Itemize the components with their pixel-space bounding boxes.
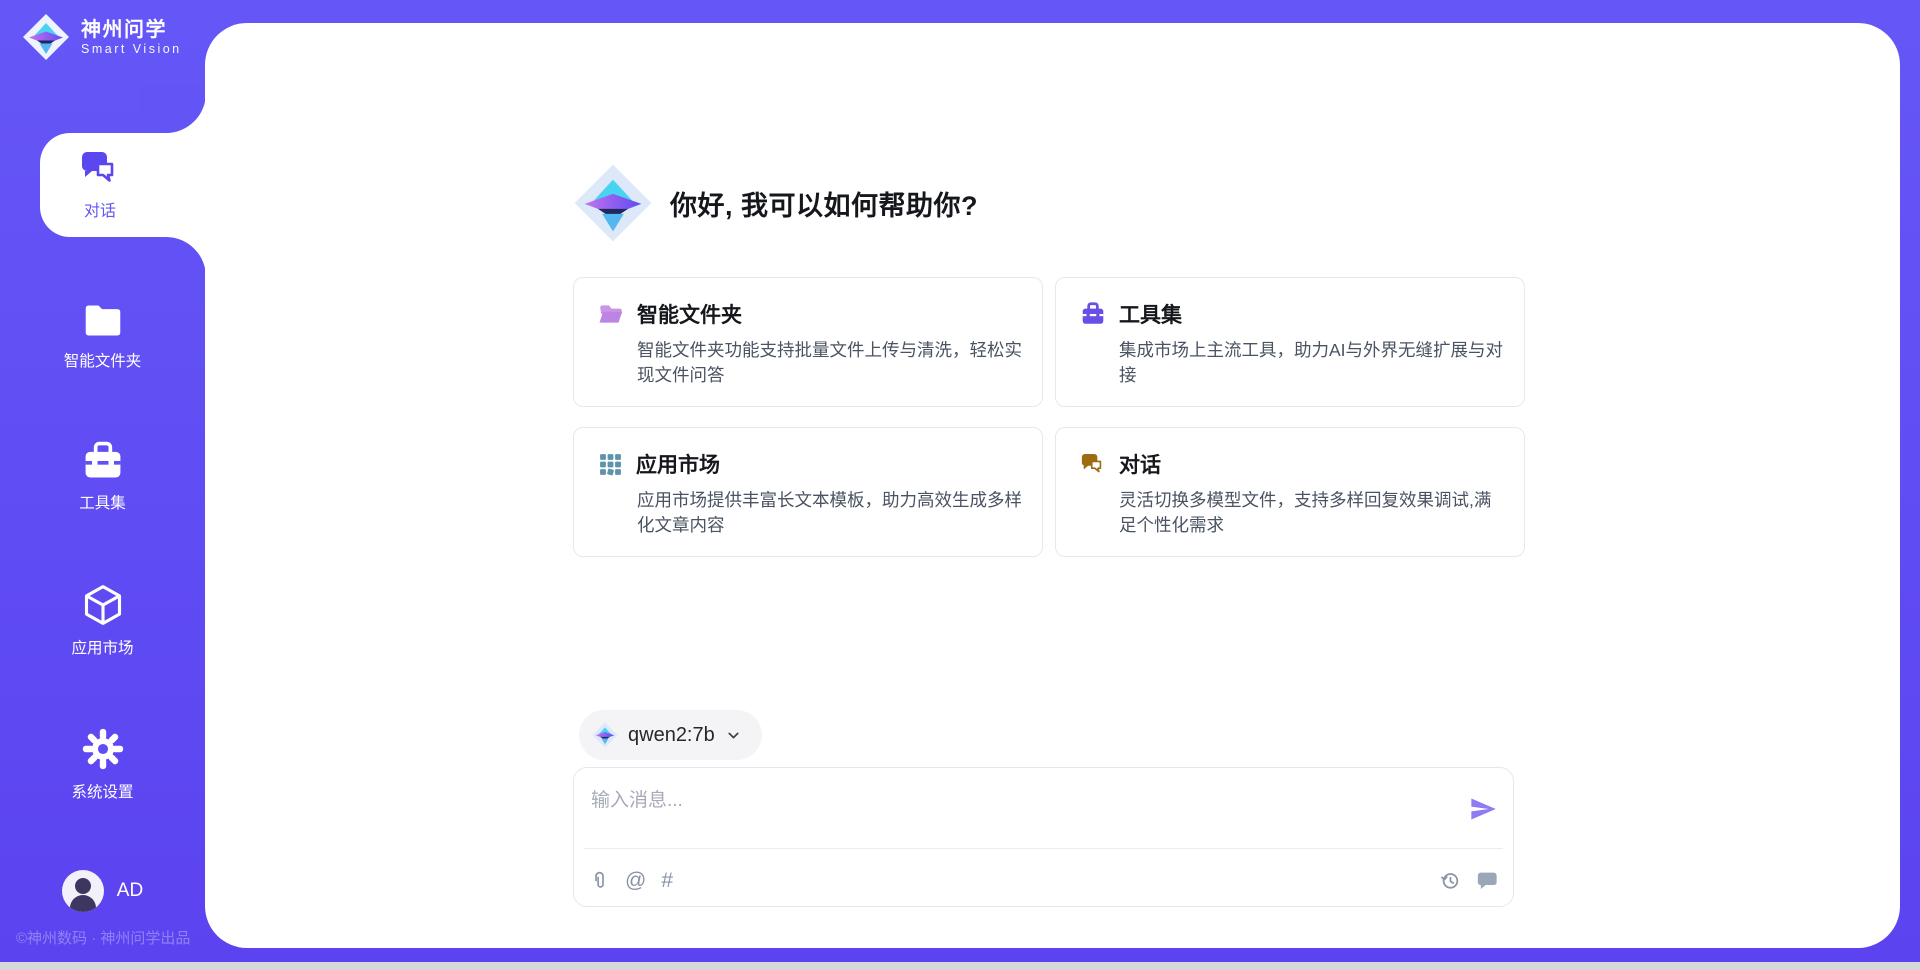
- greeting: 你好, 我可以如何帮助你?: [573, 163, 978, 243]
- sidebar-item-label: 应用市场: [71, 636, 133, 658]
- briefcase-icon: [81, 440, 125, 482]
- speech-bubble-icon: [1476, 869, 1498, 891]
- user-profile[interactable]: AD: [0, 870, 205, 912]
- bottom-strip: [0, 962, 1920, 970]
- person-icon: [75, 878, 91, 894]
- send-icon: [1469, 795, 1497, 823]
- sidebar-item-smart-folder[interactable]: 智能文件夹: [0, 300, 205, 371]
- history-button[interactable]: [1439, 869, 1461, 891]
- sidebar-item-label: 系统设置: [71, 780, 133, 802]
- sidebar-item-chat-inner: 对话: [40, 133, 160, 237]
- folder-open-icon: [598, 302, 624, 326]
- card-chat[interactable]: 对话 灵活切换多模型文件，支持多样回复效果调试,满足个性化需求: [1055, 427, 1525, 557]
- main-panel: 你好, 我可以如何帮助你? 智能文件夹 智能文件夹功能支持批量文件上传与清洗，轻…: [205, 23, 1900, 948]
- paperclip-icon: [589, 869, 610, 892]
- gear-icon: [81, 727, 125, 771]
- chat-icon: [79, 149, 121, 189]
- sidebar: 神州问学 Smart Vision 对话 智能文件夹: [0, 0, 205, 970]
- card-title: 智能文件夹: [637, 299, 742, 329]
- sidebar-item-label: 工具集: [79, 491, 126, 513]
- footer-credit: ©神州数码 · 神州问学出品: [16, 927, 190, 948]
- model-name: qwen2:7b: [628, 724, 715, 747]
- model-selector[interactable]: qwen2:7b: [579, 710, 762, 760]
- brand-name: 神州问学: [81, 19, 182, 42]
- app-root: 神州问学 Smart Vision 对话 智能文件夹: [0, 0, 1920, 970]
- cube-icon: [81, 583, 125, 627]
- brand-logo-icon: [22, 13, 70, 61]
- composer: @ #: [573, 767, 1514, 907]
- brand-text: 神州问学 Smart Vision: [81, 19, 182, 56]
- user-initials: AD: [117, 880, 143, 902]
- brand: 神州问学 Smart Vision: [22, 13, 182, 61]
- card-title: 应用市场: [636, 449, 720, 479]
- send-button[interactable]: [1467, 794, 1499, 826]
- hash-icon: #: [661, 870, 673, 891]
- sidebar-item-app-market[interactable]: 应用市场: [0, 583, 205, 658]
- composer-divider: [584, 848, 1503, 849]
- assistant-logo-icon: [573, 163, 653, 243]
- card-description: 集成市场上主流工具，助力AI与外界无缝扩展与对接: [1119, 338, 1505, 389]
- greeting-title: 你好, 我可以如何帮助你?: [670, 184, 978, 223]
- sidebar-item-label: 智能文件夹: [64, 349, 142, 371]
- folder-icon: [81, 300, 125, 340]
- grid-icon: [598, 452, 623, 477]
- diamond-logo-icon: [592, 722, 618, 748]
- card-toolkit[interactable]: 工具集 集成市场上主流工具，助力AI与外界无缝扩展与对接: [1055, 277, 1525, 407]
- chat-icon: [1080, 452, 1106, 477]
- mention-button[interactable]: @: [625, 870, 646, 891]
- brand-subtitle: Smart Vision: [81, 42, 182, 56]
- card-app-market[interactable]: 应用市场 应用市场提供丰富长文本模板，助力高效生成多样化文章内容: [573, 427, 1043, 557]
- attach-button[interactable]: [589, 869, 610, 892]
- avatar: [62, 870, 104, 912]
- sidebar-item-toolkit[interactable]: 工具集: [0, 440, 205, 513]
- card-title: 对话: [1119, 449, 1161, 479]
- composer-toolbar: @ #: [589, 860, 1498, 900]
- message-input[interactable]: [589, 783, 1433, 843]
- history-icon: [1439, 869, 1461, 891]
- card-title: 工具集: [1119, 299, 1182, 329]
- card-description: 智能文件夹功能支持批量文件上传与清洗，轻松实现文件问答: [637, 338, 1023, 389]
- at-icon: @: [625, 870, 646, 891]
- topic-button[interactable]: #: [661, 870, 673, 891]
- chevron-down-icon: [725, 727, 742, 744]
- sidebar-item-label: 对话: [84, 197, 116, 221]
- feature-cards: 智能文件夹 智能文件夹功能支持批量文件上传与清洗，轻松实现文件问答 工具集 集成…: [573, 277, 1525, 557]
- card-description: 应用市场提供丰富长文本模板，助力高效生成多样化文章内容: [637, 488, 1023, 539]
- sidebar-item-chat[interactable]: 对话: [40, 133, 210, 237]
- card-description: 灵活切换多模型文件，支持多样回复效果调试,满足个性化需求: [1119, 488, 1505, 539]
- conversations-button[interactable]: [1476, 869, 1498, 891]
- briefcase-icon: [1080, 301, 1106, 327]
- sidebar-item-settings[interactable]: 系统设置: [0, 727, 205, 802]
- card-smart-folder[interactable]: 智能文件夹 智能文件夹功能支持批量文件上传与清洗，轻松实现文件问答: [573, 277, 1043, 407]
